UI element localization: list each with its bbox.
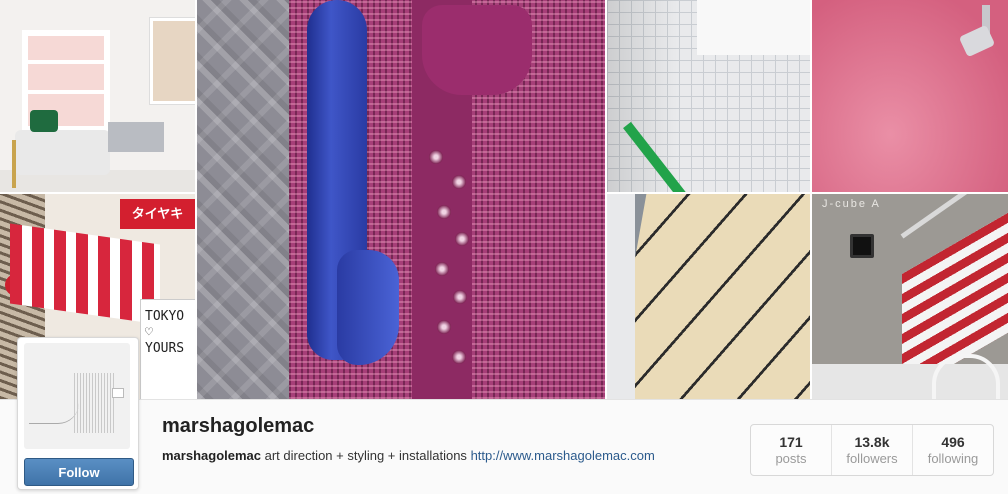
- stat-value: 171: [779, 434, 803, 450]
- stat-label: posts: [775, 451, 807, 466]
- shelf-line: [22, 60, 110, 64]
- shop-sign: タイヤキ: [120, 199, 195, 229]
- stat-value: 496: [941, 434, 965, 450]
- glove-hand: [337, 250, 399, 365]
- shelf-line: [22, 90, 110, 94]
- shade: [607, 0, 677, 192]
- avatar-card: Follow: [17, 337, 139, 490]
- profile-username[interactable]: marshagolemac: [162, 415, 314, 438]
- coat-button: [437, 320, 451, 334]
- avatar[interactable]: [24, 343, 130, 449]
- coat-button: [429, 150, 443, 164]
- bio-text: art direction + styling + installations: [261, 448, 471, 463]
- stat-followers[interactable]: 13.8k followers: [832, 425, 913, 475]
- board-text-content: TOKYO ♡ YOURS: [145, 309, 185, 356]
- coat-button: [455, 232, 469, 246]
- follow-button[interactable]: Follow: [24, 458, 134, 486]
- coat-button: [452, 350, 466, 364]
- stat-value: 13.8k: [854, 434, 890, 450]
- photo-mosaic: タイヤキ TOKYO ♡ YOURS J-cube A: [0, 0, 1008, 399]
- ring-sculpture: [932, 354, 1000, 399]
- coat-button: [453, 290, 467, 304]
- stat-posts[interactable]: 171 posts: [751, 425, 832, 475]
- wall-light: [850, 234, 874, 258]
- website-link[interactable]: http://www.marshagolemac.com: [471, 448, 655, 463]
- jcube-label: J-cube A: [822, 198, 881, 210]
- photo-tile-interior[interactable]: [0, 0, 195, 192]
- cabinet: [108, 122, 164, 152]
- avatar-lines: [74, 373, 114, 433]
- photo-tile-stairs[interactable]: J-cube A: [812, 194, 1008, 399]
- wall-frame: [150, 18, 195, 104]
- board-text: TOKYO ♡ YOURS: [145, 309, 184, 357]
- wood-panels: [607, 194, 810, 399]
- profile-bio: marshagolemac art direction + styling + …: [162, 448, 655, 463]
- pillow: [30, 110, 58, 132]
- stat-following[interactable]: 496 following: [913, 425, 993, 475]
- stat-label: following: [927, 451, 979, 466]
- stats-box: 171 posts 13.8k followers 496 following: [750, 424, 994, 476]
- coat-button: [437, 205, 451, 219]
- photo-tile-glove-coat[interactable]: [197, 0, 605, 399]
- building-band: [697, 0, 810, 55]
- avatar-wire: [29, 403, 79, 424]
- coat-button: [435, 262, 449, 276]
- sofa: [15, 130, 110, 175]
- coat-button: [452, 175, 466, 189]
- side-table: [12, 140, 16, 188]
- photo-tile-wood[interactable]: [607, 194, 810, 399]
- photo-tile-building[interactable]: [607, 0, 810, 192]
- white-wall: [607, 194, 635, 399]
- stat-label: followers: [846, 451, 898, 466]
- photo-tile-pink-wall[interactable]: [812, 0, 1008, 192]
- bow: [422, 5, 532, 95]
- avatar-box: [112, 388, 124, 398]
- bio-username: marshagolemac: [162, 448, 261, 463]
